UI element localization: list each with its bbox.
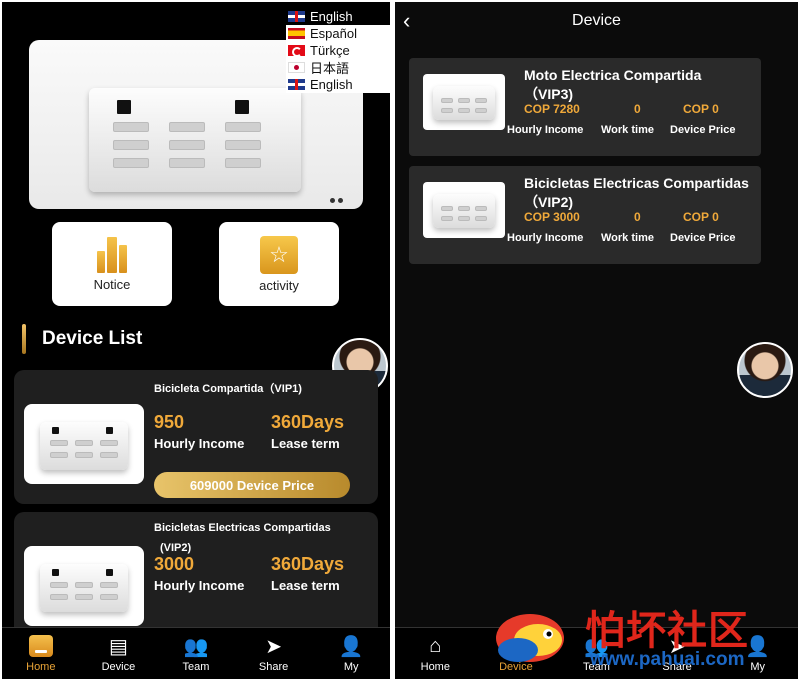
uk-flag-icon [288,79,305,90]
activity-label: activity [259,277,299,293]
hourly-income-label: Hourly Income [154,436,245,451]
tab-home[interactable]: Home [2,628,80,679]
tab-home[interactable]: ⌂ Home [395,628,476,679]
device-thumbnail [24,404,144,484]
notice-label: Notice [93,276,131,292]
lease-term-label: Lease term [271,578,340,593]
support-avatar[interactable] [737,342,793,398]
spain-flag-icon [288,28,305,39]
user-icon: 👤 [338,635,364,658]
device-icon: ▤ [108,635,128,658]
activity-button[interactable]: ☆ activity [219,222,339,306]
team-icon: 👥 [183,635,209,658]
device-price-label: Device Price [670,124,736,136]
device-price-label: Device Price [670,232,736,244]
device-screen: ‹ Device Moto Electrica Compartida （VIP3… [395,2,798,679]
device-tier: (VIP2) [160,542,192,554]
home-screen: English Español Türkçe 日本語 English Notic… [2,2,390,679]
star-icon: ☆ [260,235,298,274]
tab-device[interactable]: ▤Device [80,628,158,679]
device-image [89,88,301,192]
bottom-tab-bar: Home ▤ Device 👥 Team ➤ Share 👤 My [2,627,390,679]
carousel-dots[interactable] [330,198,343,203]
language-option-turkish[interactable]: Türkçe [286,42,390,59]
language-option-english-2[interactable]: English [286,76,390,93]
device-price-value: COP 0 [683,210,719,224]
work-time-value: 0 [634,102,641,116]
work-time-value: 0 [634,210,641,224]
section-title: Device List [22,324,142,354]
top-bar: ‹ Device [395,2,798,40]
section-bar [22,324,26,354]
device-thumbnail [423,182,505,238]
uk-flag-icon [288,11,305,22]
work-time-label: Work time [601,232,654,244]
hourly-income-label: Hourly Income [154,578,245,593]
turkey-flag-icon [288,45,305,57]
device-name: Bicicleta Compartida（VIP1) [154,383,302,395]
work-time-label: Work time [601,124,654,136]
hourly-income-label: Hourly Income [507,232,584,244]
device-thumbnail [423,74,505,130]
building-icon [93,236,131,273]
fish-logo-icon [496,614,564,662]
device-name: Bicicletas Electricas Compartidas [154,522,331,534]
hourly-income-value: 3000 [154,554,195,574]
hourly-income-label: Hourly Income [507,124,584,136]
device-name: Bicicletas Electricas Compartidas（VIP2) [524,175,749,210]
lease-term-value: 360Days [271,412,345,432]
device-name: Moto Electrica Compartida （VIP3) [524,67,702,102]
page-title: Device [572,12,621,29]
device-card-vip3[interactable]: Moto Electrica Compartida （VIP3) COP 728… [409,58,761,156]
lease-term-value: 360Days [271,554,345,574]
device-price-value: COP 0 [683,102,719,116]
language-option-japanese[interactable]: 日本語 [286,59,390,76]
device-card-vip2[interactable]: Bicicletas Electricas Compartidas（VIP2) … [409,166,761,264]
hourly-income-value: 950 [154,412,185,432]
language-option-spanish[interactable]: Español [286,25,390,42]
back-icon[interactable]: ‹ [403,8,410,34]
watermark-url: www.pahuai.com [590,649,745,670]
tab-team[interactable]: 👥 Team [157,628,235,679]
language-option-english[interactable]: English [286,8,390,25]
japan-flag-icon [288,62,305,73]
device-price-button[interactable]: 609000 Device Price [154,472,350,498]
home-icon: ⌂ [429,634,442,657]
hourly-income-value: COP 3000 [524,210,580,224]
notice-button[interactable]: Notice [52,222,172,306]
watermark-text: 怕坏社区 [585,608,749,654]
device-thumbnail [24,546,144,626]
tab-share[interactable]: ➤ Share [235,628,313,679]
tab-my[interactable]: 👤 My [312,628,390,679]
hourly-income-value: COP 7280 [524,102,580,116]
language-menu[interactable]: English Español Türkçe 日本語 English [286,8,390,93]
home-icon [28,635,53,657]
lease-term-label: Lease term [271,436,340,451]
device-card-vip1[interactable]: Bicicleta Compartida（VIP1) 950 360Days H… [14,370,378,504]
share-icon: ➤ [265,635,282,658]
